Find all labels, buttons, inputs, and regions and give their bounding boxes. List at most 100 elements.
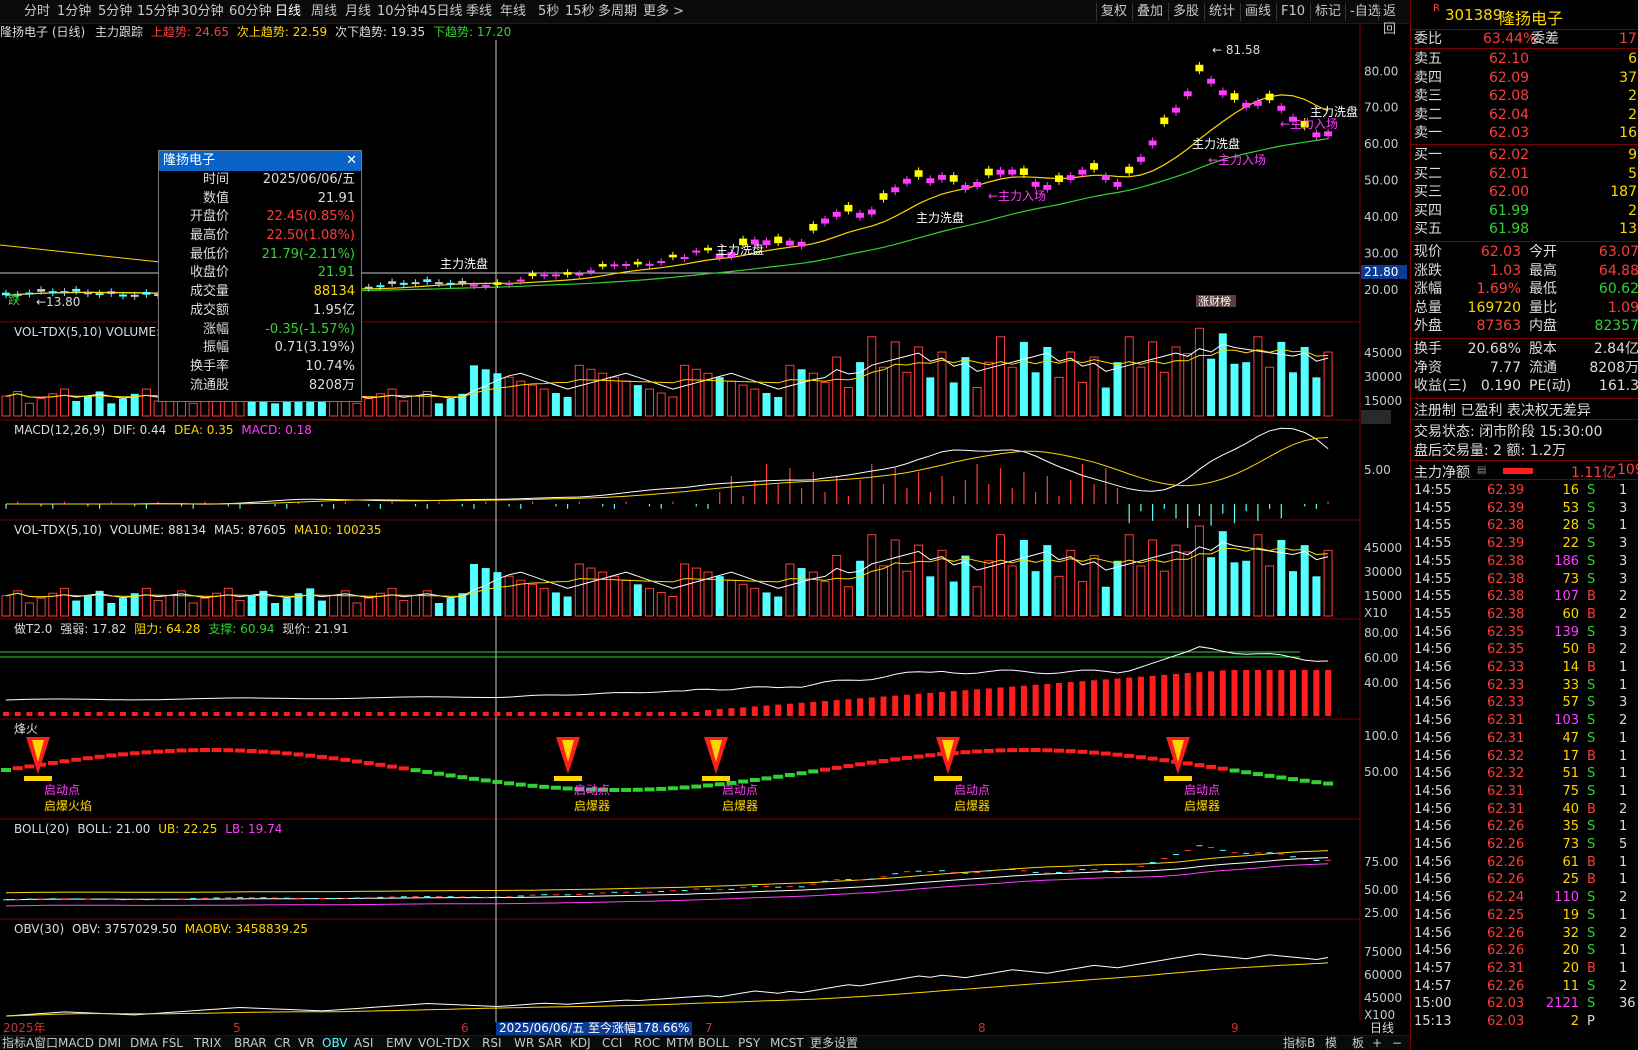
tab-6[interactable]: 日线: [275, 3, 301, 21]
vol1-bar: [13, 390, 23, 417]
indicator-tab-1[interactable]: 窗口: [34, 1036, 58, 1050]
vol2-bar: [539, 587, 549, 617]
indicator-tab-3[interactable]: DMI: [98, 1036, 121, 1050]
tab-12[interactable]: 年线: [500, 3, 526, 21]
tab-0[interactable]: 分时: [24, 3, 50, 21]
stat-value: 169720: [1467, 299, 1521, 316]
tick-time: 15:13: [1414, 1014, 1452, 1029]
vol2-bar: [223, 587, 233, 617]
tick-price: 62.39: [1487, 500, 1525, 516]
t2-bar: [1243, 670, 1250, 716]
tick-side: B: [1587, 660, 1596, 675]
tick-vol: 57: [1562, 695, 1579, 711]
tick-row: 14:56 62.35 139 S 3: [1411, 624, 1638, 642]
indicator-tab-23[interactable]: MCST: [770, 1036, 804, 1050]
toolbar-btn-5[interactable]: F10: [1276, 3, 1309, 21]
indicator-tab-10[interactable]: OBV: [322, 1036, 348, 1050]
indicator-tab-25[interactable]: 设置: [834, 1036, 858, 1050]
indicator-tab-13[interactable]: VOL-TDX: [418, 1036, 470, 1050]
fire-step: [246, 749, 257, 754]
stat-row: 涨跌 1.03 最高 64.88: [1411, 262, 1638, 281]
indicator-tab-22[interactable]: PSY: [738, 1036, 760, 1050]
indicator-tab-15[interactable]: WR: [514, 1036, 534, 1050]
bottom-right-btn-2[interactable]: 板: [1352, 1036, 1364, 1050]
close-icon[interactable]: ✕: [346, 151, 357, 171]
tick-price: 62.24: [1487, 890, 1525, 906]
fire-label: 启动点: [574, 783, 610, 797]
tab-1[interactable]: 1分钟: [57, 3, 91, 21]
tab-3[interactable]: 15分钟: [137, 3, 180, 21]
tick-count: 1: [1619, 872, 1628, 888]
indicator-tab-6[interactable]: TRIX: [194, 1036, 221, 1050]
toolbar-btn-2[interactable]: 多股: [1168, 3, 1203, 21]
bottom-right-btn-4[interactable]: −: [1392, 1036, 1402, 1050]
candle-body: [107, 291, 116, 294]
toolbar-btn-1[interactable]: 叠加: [1132, 3, 1167, 21]
fire-step: [913, 754, 924, 759]
bottom-right-btn-0[interactable]: 指标B: [1283, 1036, 1315, 1050]
indicator-tab-18[interactable]: CCI: [602, 1036, 622, 1050]
indicator-tab-9[interactable]: VR: [298, 1036, 315, 1050]
tab-11[interactable]: 季线: [466, 3, 492, 21]
indicator-tab-12[interactable]: EMV: [386, 1036, 412, 1050]
t2-bar: [1301, 670, 1308, 716]
stat-label: 最低: [1529, 281, 1557, 298]
tick-price: 62.32: [1487, 766, 1525, 782]
obv-name: OBV(30): [14, 922, 65, 936]
vol2-bar: [691, 567, 701, 617]
toolbar-btn-3[interactable]: 统计: [1204, 3, 1239, 21]
candle-body: [821, 218, 829, 224]
fire-step: [24, 764, 35, 769]
tab-8[interactable]: 月线: [345, 3, 371, 21]
tab-7[interactable]: 周线: [311, 3, 337, 21]
indicator-tab-8[interactable]: CR: [274, 1036, 291, 1050]
candle-body: [1253, 100, 1262, 106]
candle-body: [551, 274, 560, 277]
indicator-tab-4[interactable]: DMA: [130, 1036, 158, 1050]
tab-10[interactable]: 45日线: [420, 3, 463, 21]
macd-header: MACD(12,26,9) DIF: 0.44 DEA: 0.35 MACD: …: [0, 422, 312, 438]
indicator-tab-11[interactable]: ASI: [354, 1036, 373, 1050]
fire-step: [199, 748, 210, 753]
bottom-right-btn-3[interactable]: +: [1372, 1036, 1382, 1050]
toolbar-btn-6[interactable]: 标记: [1310, 3, 1345, 21]
tab-2[interactable]: 5分钟: [98, 3, 132, 21]
vol2-bar: [1148, 539, 1158, 617]
indicator-tab-7[interactable]: BRAR: [234, 1036, 267, 1050]
vol2-bar: [235, 600, 245, 617]
tab-14[interactable]: 15秒: [565, 3, 595, 21]
stat-value: 8208万: [1589, 359, 1638, 376]
fire-label: 启爆器: [574, 799, 610, 813]
tab-4[interactable]: 30分钟: [181, 3, 224, 21]
indicator-tab-20[interactable]: MTM: [666, 1036, 694, 1050]
indicator-tab-5[interactable]: FSL: [162, 1036, 183, 1050]
tab-16[interactable]: 更多 >: [643, 3, 684, 21]
indicator-tab-14[interactable]: RSI: [482, 1036, 502, 1050]
indicator-tab-21[interactable]: BOLL: [698, 1036, 729, 1050]
indicator-tab-0[interactable]: 指标A: [2, 1036, 34, 1050]
indicator-tab-19[interactable]: ROC: [634, 1036, 660, 1050]
t2-bar: [400, 712, 407, 716]
indicator-tab-24[interactable]: 更多: [810, 1036, 834, 1050]
tab-15[interactable]: 多周期: [598, 3, 637, 21]
indicator-tab-16[interactable]: SAR: [538, 1036, 562, 1050]
t2-bar: [1231, 670, 1238, 716]
tooltip-key: 流通股: [189, 377, 229, 393]
tick-vol: 35: [1562, 819, 1579, 835]
tab-5[interactable]: 60分钟: [229, 3, 272, 21]
bid-row: 买三 62.00 187: [1411, 183, 1638, 202]
divider: [1411, 144, 1638, 145]
tab-9[interactable]: 10分钟: [377, 3, 420, 21]
fire-step: [281, 751, 292, 756]
vol1-bar: [24, 402, 34, 417]
bottom-right-btn-1[interactable]: 模: [1325, 1036, 1337, 1050]
indicator-tab-2[interactable]: MACD: [58, 1036, 94, 1050]
tick-time: 14:56: [1414, 730, 1452, 746]
indicator-tab-17[interactable]: KDJ: [570, 1036, 591, 1050]
tick-count: 1: [1619, 483, 1628, 498]
toolbar-btn-0[interactable]: 复权: [1096, 3, 1131, 21]
toolbar-btn-4[interactable]: 画线: [1240, 3, 1275, 21]
chart-area[interactable]: 隆扬电子 (日线) 主力跟踪 上趋势: 24.65 次上趋势: 22.59 次下…: [0, 24, 1410, 1022]
toolbar-btn-8[interactable]: 返回: [1378, 3, 1410, 37]
tab-13[interactable]: 5秒: [538, 3, 559, 21]
